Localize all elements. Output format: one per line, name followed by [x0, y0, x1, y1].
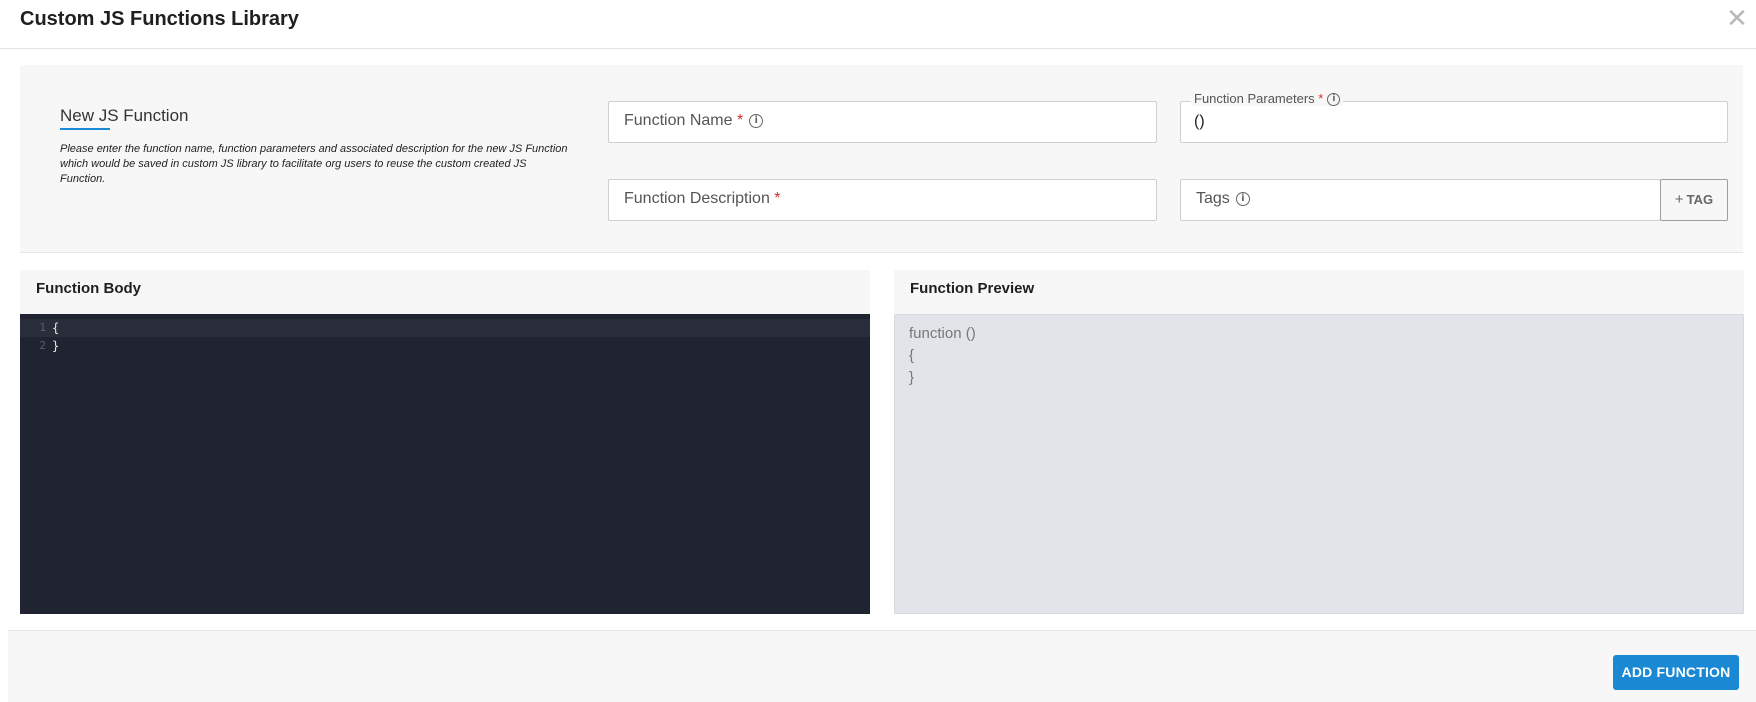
code-text: {: [52, 321, 60, 335]
modal-title: Custom JS Functions Library: [20, 8, 299, 30]
modal-footer: [8, 630, 1756, 702]
info-icon[interactable]: i: [1327, 93, 1341, 107]
tags-label: Tags i: [1196, 190, 1250, 208]
new-function-form: New JS Function Please enter the functio…: [20, 65, 1743, 253]
function-name-label: Function Name * i: [624, 112, 764, 130]
line-number: 1: [39, 321, 46, 334]
add-tag-button[interactable]: + TAG: [1660, 179, 1728, 221]
function-parameters-field[interactable]: Function Parameters * i (): [1180, 91, 1728, 143]
preview-line: {: [909, 347, 915, 364]
plus-icon: +: [1674, 191, 1684, 208]
section-description: Please enter the function name, function…: [60, 143, 568, 185]
tags-field[interactable]: Tags i: [1180, 179, 1661, 221]
editor-line[interactable]: 1 {: [20, 319, 870, 337]
modal-header: Custom JS Functions Library ✕: [0, 0, 1756, 49]
function-body-title: Function Body: [36, 280, 141, 297]
info-icon[interactable]: i: [1235, 191, 1250, 206]
function-name-field[interactable]: Function Name * i: [608, 101, 1157, 143]
preview-line: }: [909, 369, 915, 386]
section-underline: [60, 128, 110, 130]
editor-line[interactable]: 2 }: [20, 337, 870, 355]
preview-line: function (): [909, 325, 976, 342]
close-icon[interactable]: ✕: [1725, 5, 1749, 31]
code-text: }: [52, 339, 60, 353]
function-preview-textarea[interactable]: function () { }: [894, 314, 1744, 614]
info-icon[interactable]: i: [749, 113, 764, 128]
line-number: 2: [39, 339, 46, 352]
function-description-field[interactable]: Function Description *: [608, 179, 1157, 221]
function-preview-panel: Function Preview function () { }: [894, 270, 1744, 614]
function-body-panel: Function Body 1 { 2 }: [20, 270, 870, 614]
code-editor[interactable]: 1 { 2 }: [20, 314, 870, 614]
section-title: New JS Function: [60, 106, 189, 125]
function-preview-title: Function Preview: [910, 280, 1035, 297]
add-function-button[interactable]: ADD FUNCTION: [1613, 655, 1739, 690]
function-parameters-value: (): [1194, 113, 1205, 130]
function-description-label: Function Description *: [624, 190, 781, 207]
function-parameters-label: Function Parameters * i: [1191, 91, 1344, 107]
